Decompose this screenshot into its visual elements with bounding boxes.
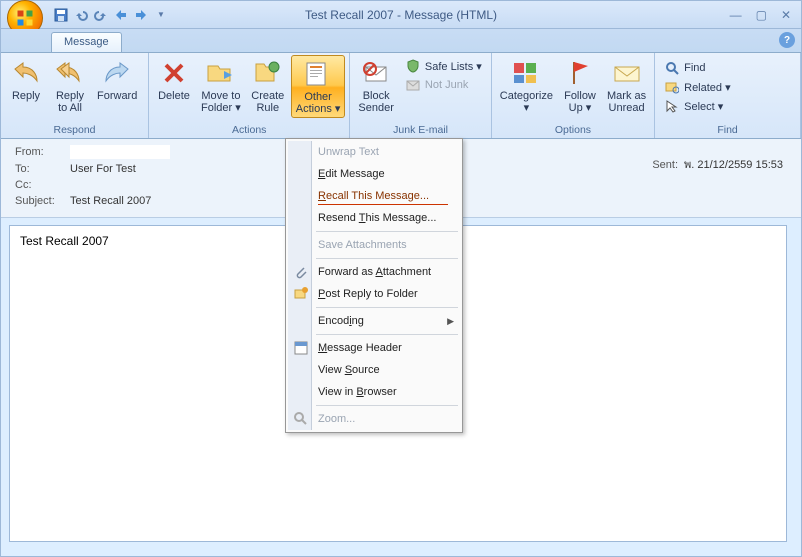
menu-item-recall-this-message[interactable]: Recall This Message... [288, 185, 460, 207]
message-text: Test Recall 2007 [20, 234, 109, 248]
reply-all-button[interactable]: Reply to All [49, 55, 91, 116]
folder-move-icon [205, 57, 237, 89]
close-button[interactable]: ✕ [781, 8, 791, 22]
find-button[interactable]: Find [661, 59, 734, 77]
mark-unread-button[interactable]: Mark as Unread [603, 55, 650, 116]
menu-item-edit-message[interactable]: Edit Message [288, 163, 460, 185]
redo-icon[interactable] [93, 7, 109, 23]
group-label-options: Options [496, 123, 650, 138]
forward-button[interactable]: Forward [93, 55, 141, 104]
save-icon[interactable] [53, 7, 69, 23]
menu-item-zoom: Zoom... [288, 408, 460, 430]
other-actions-icon [302, 58, 334, 90]
related-icon [664, 79, 680, 95]
menu-item-forward-as-attachment[interactable]: Forward as Attachment [288, 261, 460, 283]
next-item-icon[interactable] [133, 7, 149, 23]
shield-icon [405, 58, 421, 74]
zoom-icon [292, 410, 310, 428]
other-actions-button[interactable]: Other Actions ▾ [291, 55, 346, 118]
delete-icon [158, 57, 190, 89]
undo-icon[interactable] [73, 7, 89, 23]
post-icon [292, 285, 310, 303]
menu-item-unwrap-text: Unwrap Text [288, 141, 460, 163]
from-label: From: [15, 146, 70, 158]
find-icon [664, 60, 680, 76]
office-logo-icon [16, 9, 34, 27]
group-label-respond: Respond [5, 123, 144, 138]
maximize-button[interactable]: ▢ [756, 8, 767, 22]
categorize-icon [510, 57, 542, 89]
menu-item-message-header[interactable]: Message Header [288, 337, 460, 359]
block-sender-button[interactable]: Block Sender [354, 55, 397, 116]
menu-item-post-reply-to-folder[interactable]: Post Reply to Folder [288, 283, 460, 305]
to-label: To: [15, 163, 70, 175]
group-label-actions: Actions [153, 123, 345, 138]
move-to-folder-button[interactable]: Move to Folder ▾ [197, 55, 245, 116]
create-rule-icon [252, 57, 284, 89]
menu-item-encoding[interactable]: Encoding▶ [288, 310, 460, 332]
group-label-find: Find [659, 123, 796, 138]
flag-icon [564, 57, 596, 89]
group-label-junk: Junk E-mail [354, 123, 486, 138]
delete-button[interactable]: Delete [153, 55, 195, 104]
prev-item-icon[interactable] [113, 7, 129, 23]
subject-value: Test Recall 2007 [70, 195, 151, 207]
not-junk-icon [405, 77, 421, 93]
tab-message[interactable]: Message [51, 32, 122, 52]
sent-field: Sent:พ. 21/12/2559 15:53 [652, 155, 783, 173]
select-icon [664, 98, 680, 114]
block-sender-icon [360, 57, 392, 89]
create-rule-button[interactable]: Create Rule [247, 55, 289, 116]
submenu-arrow-icon: ▶ [447, 316, 454, 327]
reply-button[interactable]: Reply [5, 55, 47, 104]
not-junk-button: Not Junk [402, 76, 485, 94]
menu-item-save-attachments: Save Attachments [288, 234, 460, 256]
categorize-button[interactable]: Categorize ▾ [496, 55, 557, 116]
to-value: User For Test [70, 163, 136, 175]
reply-all-icon [54, 57, 86, 89]
follow-up-button[interactable]: Follow Up ▾ [559, 55, 601, 116]
qat-dropdown-icon[interactable]: ▼ [153, 7, 169, 23]
window-title: Test Recall 2007 - Message (HTML) [305, 8, 497, 22]
safe-lists-button[interactable]: Safe Lists ▾ [402, 57, 485, 75]
forward-icon [101, 57, 133, 89]
select-button[interactable]: Select ▾ [661, 97, 734, 115]
header-icon [292, 339, 310, 357]
envelope-icon [611, 57, 643, 89]
related-button[interactable]: Related ▾ [661, 78, 734, 96]
from-value [70, 145, 170, 159]
cc-label: Cc: [15, 179, 70, 191]
reply-icon [10, 57, 42, 89]
menu-item-view-source[interactable]: View Source [288, 359, 460, 381]
minimize-button[interactable]: — [730, 8, 742, 22]
attach-icon [292, 263, 310, 281]
menu-item-view-in-browser[interactable]: View in Browser [288, 381, 460, 403]
subject-label: Subject: [15, 195, 70, 207]
menu-item-resend-this-message[interactable]: Resend This Message... [288, 207, 460, 229]
help-icon[interactable]: ? [779, 32, 795, 48]
other-actions-menu: Unwrap TextEdit MessageRecall This Messa… [285, 138, 463, 433]
